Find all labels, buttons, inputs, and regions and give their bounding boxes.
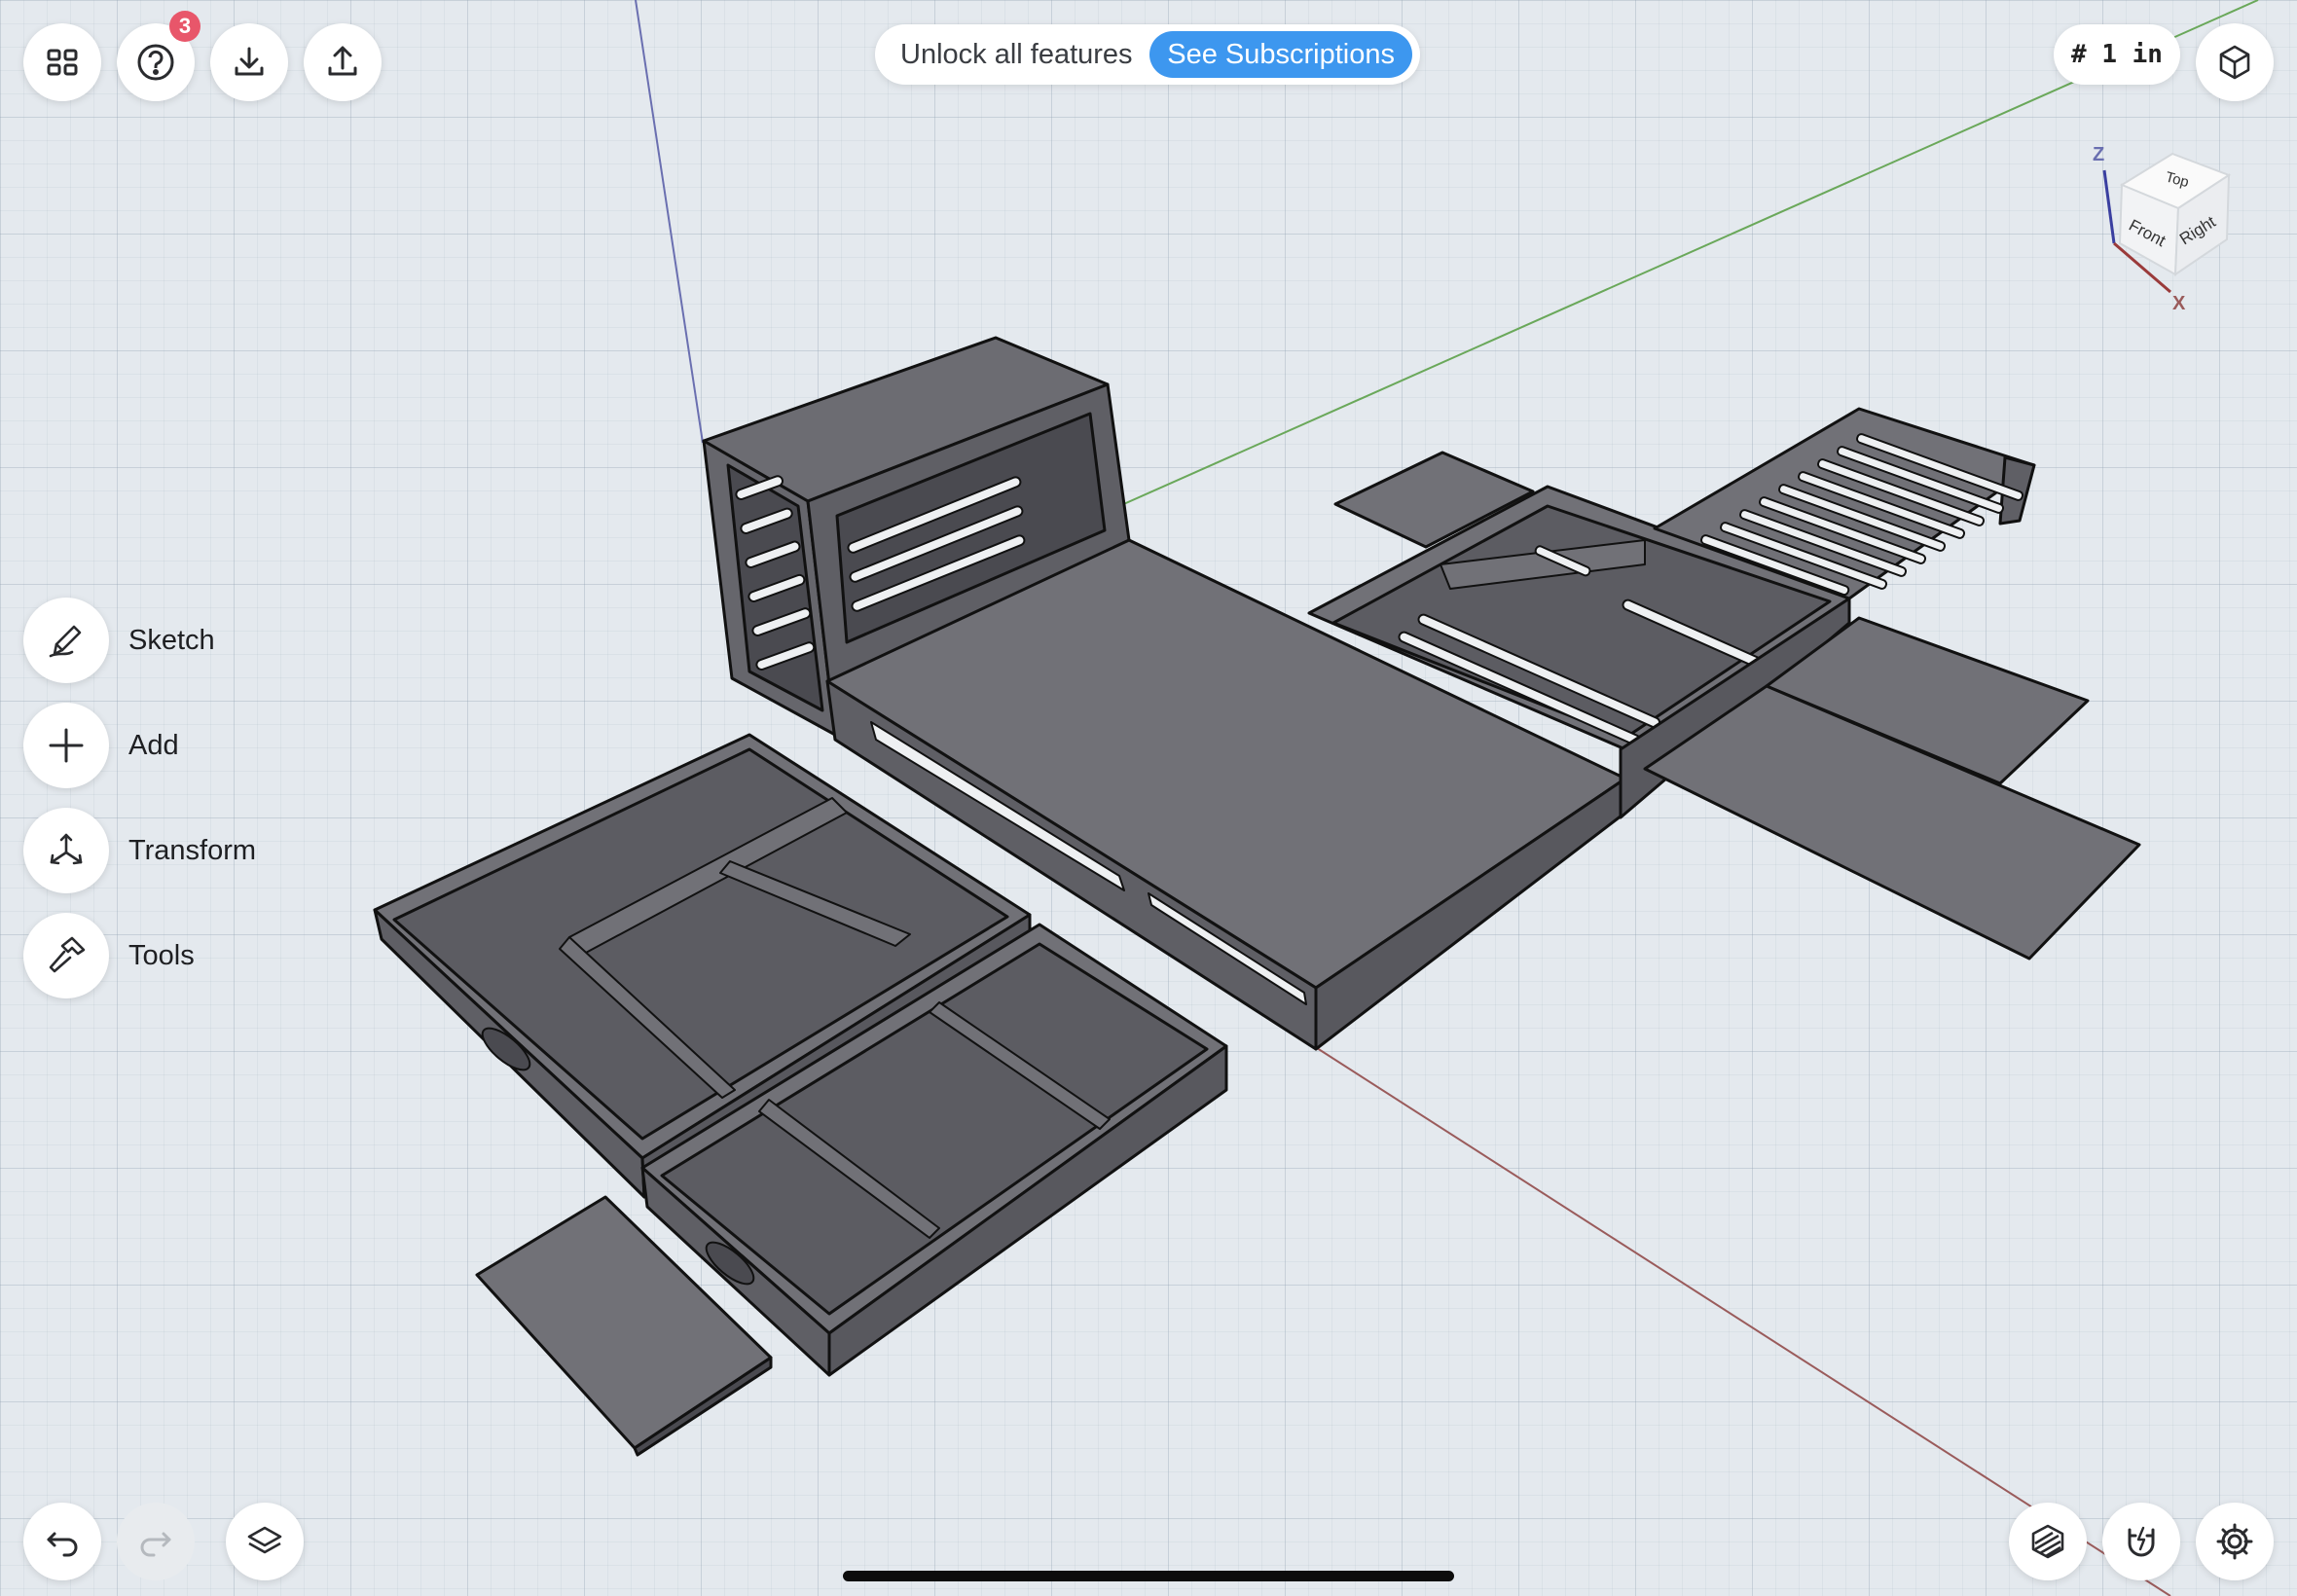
view-cube[interactable]: Z X Top Front Right	[2073, 136, 2248, 321]
axis-x-label: X	[2172, 293, 2186, 314]
snap-button[interactable]	[2102, 1503, 2180, 1580]
import-button[interactable]	[210, 23, 288, 101]
grid-menu-button[interactable]	[23, 23, 101, 101]
help-notification-badge: 3	[169, 11, 201, 42]
render-style-icon	[2031, 1524, 2064, 1559]
view-mode-button[interactable]	[2196, 23, 2274, 101]
transform-icon	[50, 833, 83, 865]
tool-add-label: Add	[128, 729, 179, 761]
tool-transform[interactable]: Transform	[23, 808, 256, 893]
tool-tools[interactable]: Tools	[23, 913, 195, 998]
tool-tools-button[interactable]	[23, 913, 109, 998]
undo-icon	[47, 1532, 78, 1557]
viewport-3d[interactable]	[0, 0, 2297, 1596]
magnet-icon	[2128, 1526, 2155, 1557]
export-icon	[328, 46, 357, 76]
grid-units-button[interactable]: # 1 in	[2054, 24, 2180, 85]
promo-text: Unlock all features	[900, 38, 1133, 70]
pencil-icon	[49, 625, 82, 658]
undo-button[interactable]	[23, 1503, 101, 1580]
tool-sketch-label: Sketch	[128, 624, 215, 656]
axis-z-line	[635, 0, 704, 444]
tool-sketch[interactable]: Sketch	[23, 598, 215, 683]
tool-add-button[interactable]	[23, 703, 109, 788]
tool-add[interactable]: Add	[23, 703, 179, 788]
subscription-banner: Unlock all features See Subscriptions	[875, 24, 1420, 85]
settings-button[interactable]	[2196, 1503, 2274, 1580]
tool-transform-label: Transform	[128, 834, 257, 866]
see-subscriptions-button[interactable]: See Subscriptions	[1149, 31, 1412, 78]
help-icon	[137, 44, 174, 81]
import-icon	[235, 47, 264, 76]
tool-transform-button[interactable]	[23, 808, 109, 893]
axis-z-label: Z	[2093, 144, 2104, 165]
home-indicator	[843, 1571, 1454, 1581]
gear-icon	[2216, 1523, 2253, 1560]
redo-icon	[140, 1532, 171, 1557]
export-button[interactable]	[304, 23, 382, 101]
layers-icon	[247, 1526, 282, 1554]
tool-sketch-button[interactable]	[23, 598, 109, 683]
grid-icon	[47, 49, 78, 76]
render-style-button[interactable]	[2009, 1503, 2087, 1580]
redo-button[interactable]	[117, 1503, 195, 1580]
layers-button[interactable]	[226, 1503, 304, 1580]
tool-tools-label: Tools	[128, 939, 195, 971]
cube-view-icon	[2219, 45, 2250, 80]
plus-icon	[49, 728, 84, 763]
hammer-icon	[49, 936, 86, 973]
